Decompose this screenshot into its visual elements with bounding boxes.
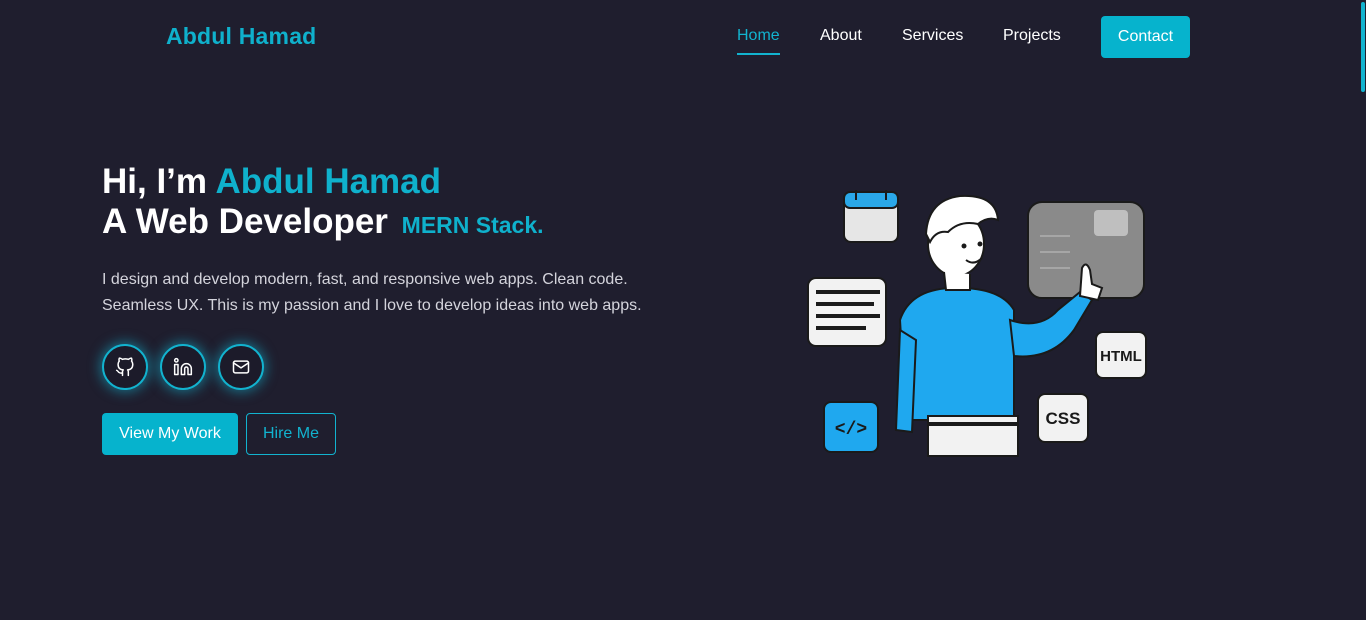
role-text: A Web Developer — [102, 202, 388, 241]
hero-description: I design and develop modern, fast, and r… — [102, 267, 662, 319]
code-badge-label: </> — [835, 420, 867, 440]
scrollbar-thumb[interactable] — [1361, 2, 1365, 92]
code-badge-icon: </> — [823, 401, 879, 453]
css-badge-label: CSS — [1046, 409, 1081, 428]
developer-illustration: HTML CSS </> — [807, 190, 1147, 457]
description-line: Seamless UX. This is my passion and I lo… — [102, 297, 642, 314]
github-icon — [115, 357, 134, 377]
contact-button[interactable]: Contact — [1101, 16, 1190, 58]
hire-me-button[interactable]: Hire Me — [246, 413, 336, 455]
stack-text: MERN Stack. — [401, 212, 544, 238]
linkedin-link[interactable] — [160, 344, 206, 390]
email-link[interactable] — [218, 344, 264, 390]
top-navigation: Abdul Hamad Home About Services Projects… — [0, 0, 1366, 70]
calendar-card-icon — [843, 190, 899, 243]
document-card-icon — [807, 277, 887, 347]
page-scrollbar[interactable] — [1360, 0, 1366, 620]
view-work-button[interactable]: View My Work — [102, 413, 238, 455]
greeting-text: Hi, I’m — [102, 162, 216, 201]
css-badge-icon: CSS — [1037, 393, 1089, 443]
hero-name: Abdul Hamad — [215, 162, 442, 201]
brand-logo[interactable]: Abdul Hamad — [166, 23, 316, 50]
html-badge-icon: HTML — [1095, 331, 1147, 379]
github-link[interactable] — [102, 344, 148, 390]
linkedin-icon — [173, 357, 193, 376]
mail-icon — [232, 360, 250, 374]
nav-link-home[interactable]: Home — [737, 27, 780, 55]
html-badge-label: HTML — [1100, 348, 1142, 365]
description-line: I design and develop modern, fast, and r… — [102, 271, 628, 288]
hero-greeting: Hi, I’m Abdul Hamad — [102, 162, 441, 202]
nav-link-services[interactable]: Services — [902, 27, 963, 53]
nav-link-about[interactable]: About — [820, 27, 862, 53]
nav-link-projects[interactable]: Projects — [1003, 27, 1061, 53]
hero-role: A Web Developer MERN Stack. — [102, 202, 544, 242]
